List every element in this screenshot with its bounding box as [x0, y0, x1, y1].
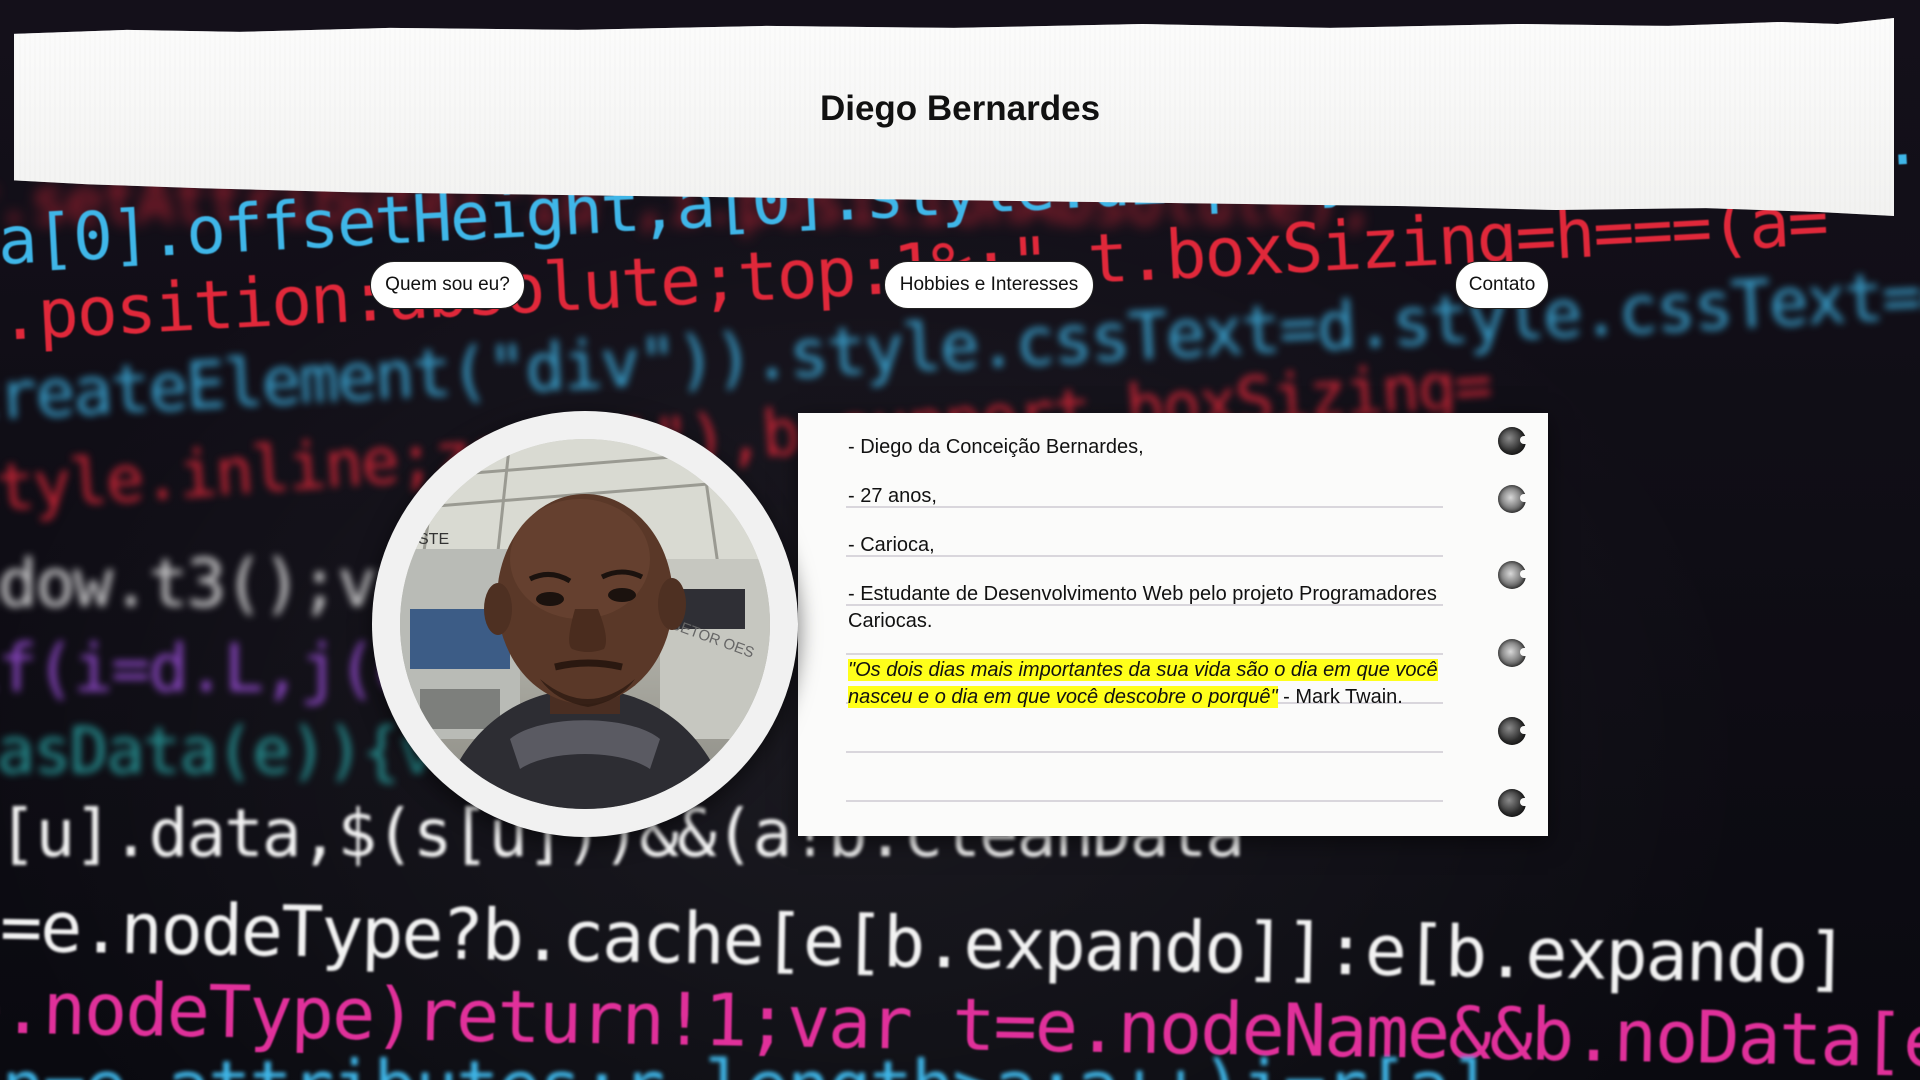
- notebook-binder: [1478, 413, 1548, 836]
- about-card: - Diego da Conceição Bernardes, - 27 ano…: [798, 413, 1548, 836]
- svg-text:STE: STE: [418, 531, 449, 548]
- about-line-age: - 27 anos,: [848, 485, 937, 507]
- profile-photo-illustration: STE SETOR OES: [400, 439, 770, 809]
- nav-hobbies-button[interactable]: Hobbies e Interesses: [884, 261, 1094, 309]
- about-line-study: - Estudante de Desenvolvimento Web pelo …: [848, 583, 1437, 632]
- about-line-name: - Diego da Conceição Bernardes,: [848, 436, 1144, 458]
- binder-ring-icon: [1498, 485, 1548, 513]
- binder-ring-icon: [1498, 789, 1548, 817]
- page-title: Diego Bernardes: [819, 89, 1101, 128]
- about-text: - Diego da Conceição Bernardes, - 27 ano…: [848, 434, 1444, 733]
- binder-ring-icon: [1498, 427, 1548, 455]
- nav-about-button[interactable]: Quem sou eu?: [370, 261, 525, 309]
- avatar: STE SETOR OES: [400, 439, 770, 809]
- binder-ring-icon: [1498, 717, 1548, 745]
- quote-author: - Mark Twain.: [1277, 686, 1403, 708]
- avatar-frame: STE SETOR OES: [372, 411, 798, 837]
- binder-ring-icon: [1498, 639, 1548, 667]
- code-line: (n=e.attributes;r.length>a;a++)i=r[a]: [0, 1045, 1492, 1080]
- nav-contact-button[interactable]: Contato: [1455, 261, 1549, 309]
- binder-ring-icon: [1498, 561, 1548, 589]
- about-quote: "Os dois dias mais importantes da sua vi…: [848, 657, 1444, 711]
- about-line-origin: - Carioca,: [848, 534, 935, 556]
